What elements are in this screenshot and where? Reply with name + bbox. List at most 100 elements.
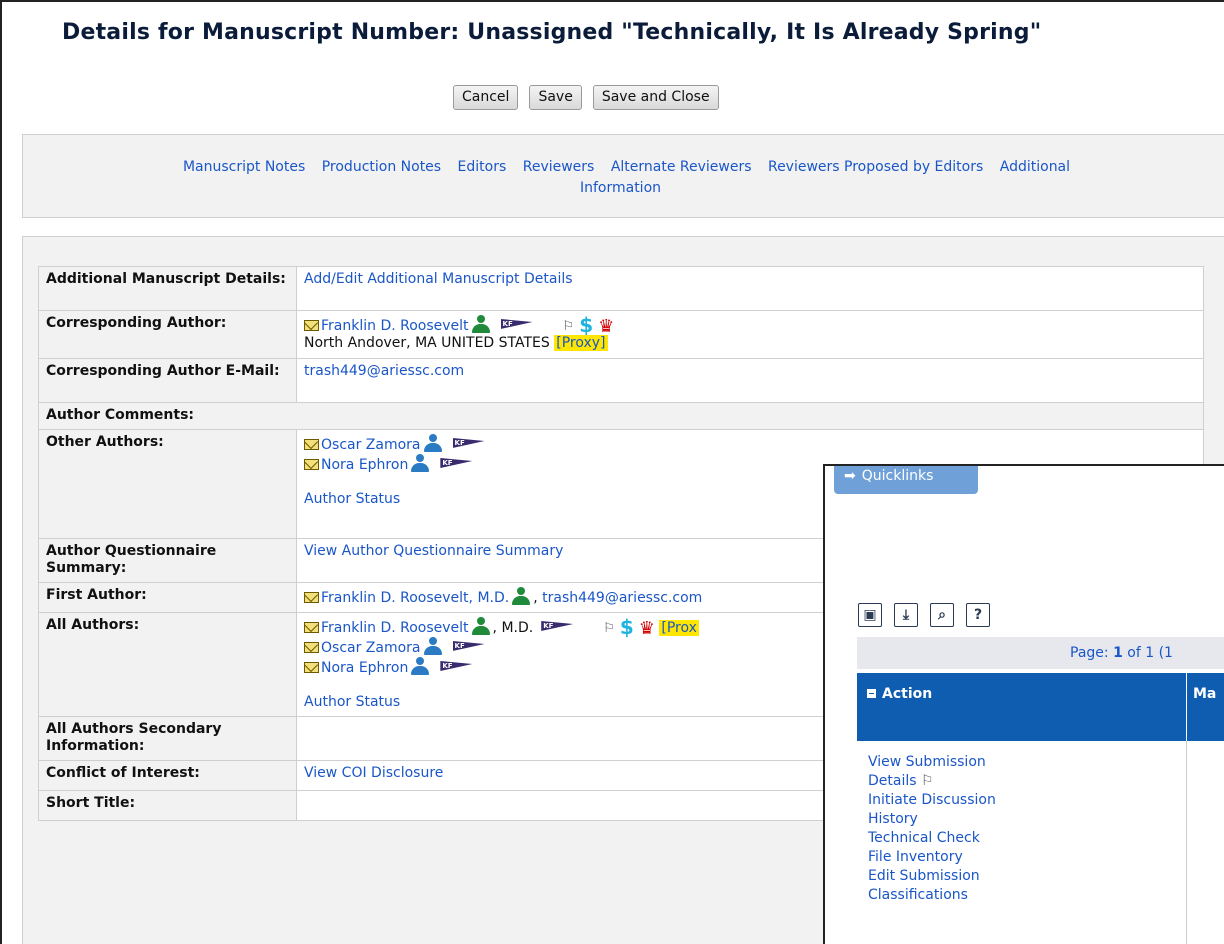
flag-icon: ⚐ bbox=[562, 319, 575, 334]
person-icon[interactable] bbox=[511, 587, 531, 605]
author-status-link[interactable]: Author Status bbox=[304, 491, 400, 507]
list-item: Details ⚐ bbox=[868, 772, 1186, 791]
action-link[interactable]: Edit Submission bbox=[868, 868, 980, 884]
action-link[interactable]: View Submission bbox=[868, 754, 986, 770]
page-number[interactable]: 1 bbox=[1113, 645, 1123, 661]
list-item: Initiate Discussion bbox=[868, 791, 1186, 810]
collapse-icon[interactable] bbox=[867, 689, 876, 698]
author-link[interactable]: Franklin D. Roosevelt, M.D. bbox=[321, 590, 509, 606]
row-label: Additional Manuscript Details: bbox=[38, 266, 297, 311]
search-icon[interactable]: ⌕ bbox=[930, 603, 954, 627]
author-link[interactable]: Nora Ephron bbox=[321, 660, 408, 676]
person-icon[interactable] bbox=[423, 637, 443, 655]
coi-link[interactable]: View COI Disclosure bbox=[304, 765, 443, 781]
column-label: Action bbox=[882, 686, 933, 702]
action-link[interactable]: Technical Check bbox=[868, 830, 980, 846]
table-header: Action Ma bbox=[857, 673, 1224, 741]
save-icon[interactable]: ▣ bbox=[858, 603, 882, 627]
person-icon[interactable] bbox=[410, 454, 430, 472]
column-header-action[interactable]: Action bbox=[857, 673, 1187, 741]
crown-icon: ♛ bbox=[638, 618, 655, 639]
flag-icon: ⚐ bbox=[603, 621, 615, 636]
quicklinks-tab[interactable]: ➡ Quicklinks bbox=[834, 466, 978, 494]
row-label: Corresponding Author: bbox=[38, 310, 297, 359]
envelope-icon[interactable] bbox=[304, 642, 319, 653]
envelope-icon[interactable] bbox=[304, 320, 319, 331]
action-link[interactable]: File Inventory bbox=[868, 849, 963, 865]
table-row: Additional Manuscript Details: Add/Edit … bbox=[38, 266, 1204, 311]
row-label: Short Title: bbox=[38, 790, 297, 821]
page-suffix: of 1 (1 bbox=[1122, 645, 1173, 661]
questionnaire-link[interactable]: View Author Questionnaire Summary bbox=[304, 543, 563, 559]
person-icon[interactable] bbox=[410, 657, 430, 675]
action-list: View Submission Details ⚐ Initiate Discu… bbox=[857, 741, 1187, 944]
table-row: Author Comments: bbox=[38, 402, 1204, 430]
table-row: Corresponding Author E-Mail: trash449@ar… bbox=[38, 358, 1204, 403]
row-value: Franklin D. Roosevelt KF ⚐ $ ♛ North Andover… bbox=[296, 310, 1204, 359]
dollar-icon: $ bbox=[579, 313, 594, 337]
section-links: Manuscript Notes Production Notes Editor… bbox=[22, 134, 1224, 218]
proxy-badge[interactable]: [Prox bbox=[659, 620, 699, 636]
page-prefix: Page: bbox=[1070, 645, 1114, 661]
person-icon[interactable] bbox=[423, 434, 443, 452]
link-reviewers-proposed[interactable]: Reviewers Proposed by Editors bbox=[768, 159, 983, 175]
row-label: Author Comments: bbox=[38, 402, 1204, 430]
pennant-icon: KF bbox=[440, 458, 473, 468]
link-production-notes[interactable]: Production Notes bbox=[322, 159, 441, 175]
table-row: Corresponding Author: Franklin D. Roosev… bbox=[38, 310, 1204, 359]
author-status-link[interactable]: Author Status bbox=[304, 694, 400, 710]
envelope-icon[interactable] bbox=[304, 662, 319, 673]
pennant-icon: KF bbox=[500, 319, 533, 329]
author-link[interactable]: Nora Ephron bbox=[321, 457, 408, 473]
email-link[interactable]: trash449@ariessc.com bbox=[542, 590, 702, 606]
column-header-ma[interactable]: Ma bbox=[1193, 686, 1216, 702]
person-icon[interactable] bbox=[471, 315, 491, 333]
quicklinks-popup: ➡ Quicklinks ▣ ⤓ ⌕ ? Page: 1 of 1 (1 Acti… bbox=[823, 464, 1224, 944]
list-item: File Inventory bbox=[868, 848, 1186, 867]
help-icon[interactable]: ? bbox=[966, 603, 990, 627]
email-link[interactable]: trash449@ariessc.com bbox=[304, 363, 464, 379]
list-item: Edit Submission bbox=[868, 867, 1186, 886]
action-link[interactable]: Initiate Discussion bbox=[868, 792, 996, 808]
download-icon[interactable]: ⤓ bbox=[894, 603, 918, 627]
save-and-close-button[interactable]: Save and Close bbox=[592, 85, 719, 110]
link-manuscript-notes[interactable]: Manuscript Notes bbox=[183, 159, 305, 175]
person-icon[interactable] bbox=[471, 617, 491, 635]
pennant-icon: KF bbox=[541, 621, 574, 631]
list-item: View Submission bbox=[868, 753, 1186, 772]
proxy-badge[interactable]: [Proxy] bbox=[554, 335, 608, 351]
author-location: North Andover, MA UNITED STATES bbox=[304, 335, 550, 351]
pennant-icon: KF bbox=[452, 641, 485, 651]
page-title: Details for Manuscript Number: Unassigne… bbox=[62, 20, 1042, 45]
author-link[interactable]: Franklin D. Roosevelt bbox=[321, 318, 469, 334]
pennant-icon: KF bbox=[440, 661, 473, 671]
envelope-icon[interactable] bbox=[304, 439, 319, 450]
envelope-icon[interactable] bbox=[304, 459, 319, 470]
action-link[interactable]: History bbox=[868, 811, 918, 827]
link-reviewers[interactable]: Reviewers bbox=[523, 159, 595, 175]
quicklinks-label: Quicklinks bbox=[861, 468, 934, 484]
list-item: Technical Check bbox=[868, 829, 1186, 848]
author-link[interactable]: Franklin D. Roosevelt bbox=[321, 620, 469, 636]
envelope-icon[interactable] bbox=[304, 592, 319, 603]
dollar-icon: $ bbox=[619, 615, 634, 639]
cancel-button[interactable]: Cancel bbox=[453, 85, 519, 110]
envelope-icon[interactable] bbox=[304, 622, 319, 633]
row-value: Add/Edit Additional Manuscript Details bbox=[296, 266, 1204, 311]
link-alternate-reviewers[interactable]: Alternate Reviewers bbox=[611, 159, 752, 175]
row-label: First Author: bbox=[38, 582, 297, 613]
save-button[interactable]: Save bbox=[529, 85, 582, 110]
author-link[interactable]: Oscar Zamora bbox=[321, 437, 421, 453]
action-link[interactable]: Classifications bbox=[868, 887, 968, 903]
link-additional-line1: Additional bbox=[999, 159, 1071, 175]
row-label: All Authors Secondary Information: bbox=[38, 716, 297, 761]
toolbar: ▣ ⤓ ⌕ ? bbox=[858, 603, 990, 627]
pennant-icon: KF bbox=[452, 438, 485, 448]
author-link[interactable]: Oscar Zamora bbox=[321, 640, 421, 656]
action-link[interactable]: Details bbox=[868, 773, 917, 789]
add-edit-details-link[interactable]: Add/Edit Additional Manuscript Details bbox=[304, 271, 573, 287]
pagination: Page: 1 of 1 (1 bbox=[857, 637, 1224, 669]
row-label: Corresponding Author E-Mail: bbox=[38, 358, 297, 403]
link-editors[interactable]: Editors bbox=[458, 159, 507, 175]
row-value: trash449@ariessc.com bbox=[296, 358, 1204, 403]
